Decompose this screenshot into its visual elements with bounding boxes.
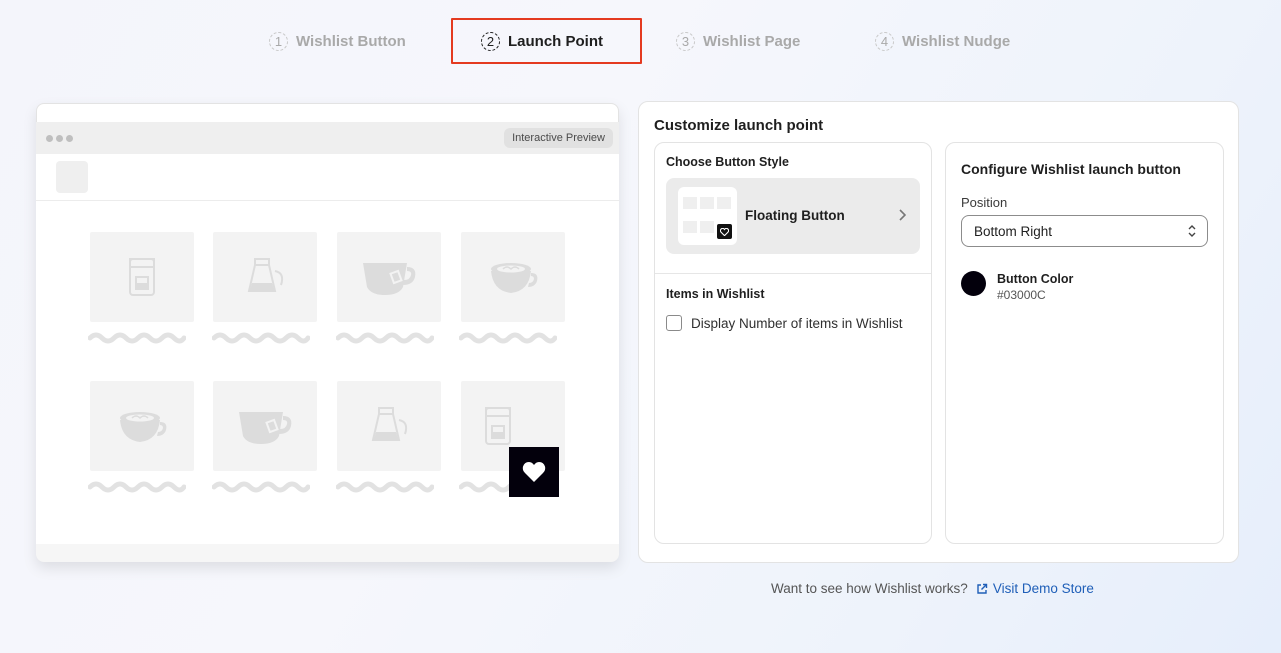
- latte-cup-icon: [491, 263, 538, 293]
- step-wishlist-button[interactable]: 1 Wishlist Button: [269, 30, 406, 52]
- title-placeholder: [336, 481, 434, 493]
- coffee-machine-icon: [129, 258, 155, 296]
- display-count-checkbox[interactable]: [666, 315, 682, 331]
- store-header: [36, 154, 619, 201]
- heart-icon: [717, 224, 732, 239]
- product-card: [337, 232, 441, 322]
- button-style-card: Choose Button Style Floating Button Item…: [654, 142, 932, 544]
- choose-button-style-label: Choose Button Style: [666, 155, 789, 169]
- product-card: [461, 232, 565, 322]
- position-value: Bottom Right: [974, 223, 1053, 239]
- title-placeholder: [459, 332, 557, 344]
- customize-panel: Customize launch point Choose Button Sty…: [638, 101, 1239, 563]
- preview-footer: [36, 544, 619, 562]
- latte-cup-icon: [120, 412, 167, 442]
- tea-cup-icon: [239, 412, 292, 444]
- floating-button-style-option[interactable]: Floating Button: [666, 178, 920, 254]
- step-number: 3: [676, 31, 695, 51]
- divider: [655, 273, 931, 274]
- step-number: 4: [875, 31, 894, 51]
- style-name: Floating Button: [745, 208, 845, 223]
- items-in-wishlist-label: Items in Wishlist: [666, 287, 765, 301]
- select-arrows-icon: [1187, 223, 1197, 241]
- visit-demo-store-link[interactable]: Visit Demo Store: [976, 581, 1094, 596]
- product-card: [90, 232, 194, 322]
- chevron-right-icon: [898, 208, 907, 224]
- product-card: [337, 381, 441, 471]
- demo-question: Want to see how Wishlist works?: [771, 581, 968, 596]
- step-label: Wishlist Button: [296, 32, 406, 50]
- title-placeholder: [212, 481, 310, 493]
- coffee-pot-icon: [371, 407, 408, 441]
- title-placeholder: [336, 332, 434, 344]
- position-label: Position: [961, 195, 1008, 210]
- product-card: [213, 232, 317, 322]
- heart-icon: [522, 462, 546, 482]
- configure-card: Configure Wishlist launch button Positio…: [945, 142, 1224, 544]
- step-wishlist-nudge[interactable]: 4 Wishlist Nudge: [875, 30, 1010, 52]
- tea-cup-icon: [363, 263, 416, 295]
- button-color-value: #03000C: [997, 288, 1046, 302]
- external-link-icon: [977, 583, 988, 594]
- configure-title: Configure Wishlist launch button: [961, 161, 1181, 177]
- step-wishlist-page[interactable]: 3 Wishlist Page: [676, 30, 800, 52]
- store-logo-placeholder: [56, 161, 88, 193]
- step-number: 1: [269, 31, 288, 51]
- product-card: [90, 381, 194, 471]
- demo-footer: Want to see how Wishlist works? Visit De…: [771, 581, 1094, 596]
- browser-bar: Interactive Preview: [36, 122, 619, 154]
- step-label: Wishlist Page: [703, 32, 801, 50]
- stepper: 1 Wishlist Button 2 Launch Point 3 Wishl…: [0, 0, 1281, 80]
- style-thumbnail: [678, 187, 737, 245]
- product-card: [213, 381, 317, 471]
- window-dots: [46, 135, 73, 142]
- interactive-preview-badge: Interactive Preview: [504, 128, 613, 148]
- active-step-highlight: [451, 18, 642, 64]
- title-placeholder: [212, 332, 310, 344]
- visit-demo-store-label: Visit Demo Store: [992, 581, 1094, 596]
- floating-wishlist-button[interactable]: [509, 447, 559, 497]
- display-count-checkbox-row[interactable]: Display Number of items in Wishlist: [666, 315, 903, 331]
- position-select[interactable]: Bottom Right: [961, 215, 1208, 247]
- panel-title: Customize launch point: [654, 117, 824, 134]
- coffee-pot-icon: [247, 258, 284, 292]
- button-color-swatch[interactable]: [961, 271, 986, 296]
- checkbox-label: Display Number of items in Wishlist: [691, 315, 903, 331]
- button-color-label: Button Color: [997, 272, 1074, 286]
- title-placeholder: [88, 332, 186, 344]
- coffee-machine-icon: [485, 407, 511, 445]
- step-label: Wishlist Nudge: [902, 32, 1011, 50]
- title-placeholder: [88, 481, 186, 493]
